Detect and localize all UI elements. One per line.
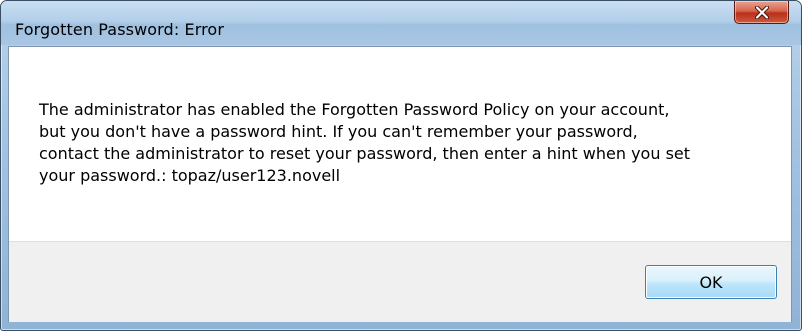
window-title: Forgotten Password: Error (15, 20, 224, 39)
error-dialog-window: Forgotten Password: Error The administra… (0, 0, 802, 331)
error-message: The administrator has enabled the Forgot… (39, 100, 691, 185)
close-x-icon (754, 5, 769, 19)
dialog-client-area: The administrator has enabled the Forgot… (8, 46, 792, 322)
title-bar[interactable]: Forgotten Password: Error (1, 1, 801, 45)
button-panel: OK (9, 241, 791, 322)
message-panel: The administrator has enabled the Forgot… (9, 47, 791, 241)
ok-button[interactable]: OK (645, 265, 777, 299)
close-button[interactable] (734, 1, 789, 24)
